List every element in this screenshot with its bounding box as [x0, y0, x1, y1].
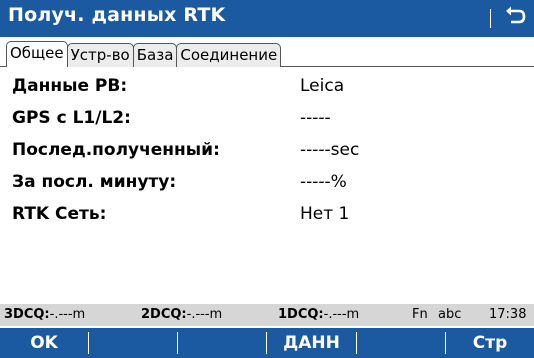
softkey-f3[interactable]	[178, 328, 266, 358]
dcq2-status: 2DCQ:-.---m	[141, 307, 223, 322]
title-divider	[490, 9, 491, 28]
field-label: За посл. минуту:	[12, 172, 177, 192]
data-button[interactable]: ДАНН	[267, 328, 356, 358]
ok-button[interactable]: OK	[0, 328, 88, 358]
input-mode-indicator: abc	[438, 307, 462, 322]
field-label: Данные РВ:	[12, 76, 128, 96]
field-label: GPS с L1/L2:	[12, 108, 131, 128]
tab-base[interactable]: База	[132, 43, 178, 67]
field-value: Нет 1	[300, 204, 350, 224]
softkey-bar: OK ДАНН Стр	[0, 328, 534, 358]
tab-connection[interactable]: Соединение	[176, 43, 282, 67]
tab-general[interactable]: Общее	[6, 41, 68, 67]
dcq1-status: 1DCQ:-.---m	[278, 307, 360, 322]
field-value: Leica	[300, 76, 345, 96]
dcq3-status: 3DCQ:-.---m	[4, 307, 86, 322]
softkey-f2[interactable]	[89, 328, 177, 358]
field-value: -----%	[300, 172, 347, 192]
tab-strip: Общее Устр-во База Соединение	[6, 41, 282, 67]
status-bar: 3DCQ:-.---m 2DCQ:-.---m 1DCQ:-.---m Fn a…	[0, 304, 534, 326]
softkey-f5[interactable]	[357, 328, 445, 358]
field-value: -----sec	[300, 140, 360, 160]
fn-indicator: Fn	[412, 307, 428, 322]
back-arrow-icon[interactable]	[500, 3, 530, 33]
page-button[interactable]: Стр	[446, 328, 534, 358]
title-bar: Получ. данных RTK	[0, 0, 534, 37]
field-label: Послед.полученный:	[12, 140, 220, 160]
field-label: RTK Сеть:	[12, 204, 107, 224]
clock: 17:38	[489, 307, 527, 322]
window-title: Получ. данных RTK	[8, 4, 226, 26]
field-value: -----	[300, 108, 331, 128]
tab-device[interactable]: Устр-во	[66, 43, 134, 67]
